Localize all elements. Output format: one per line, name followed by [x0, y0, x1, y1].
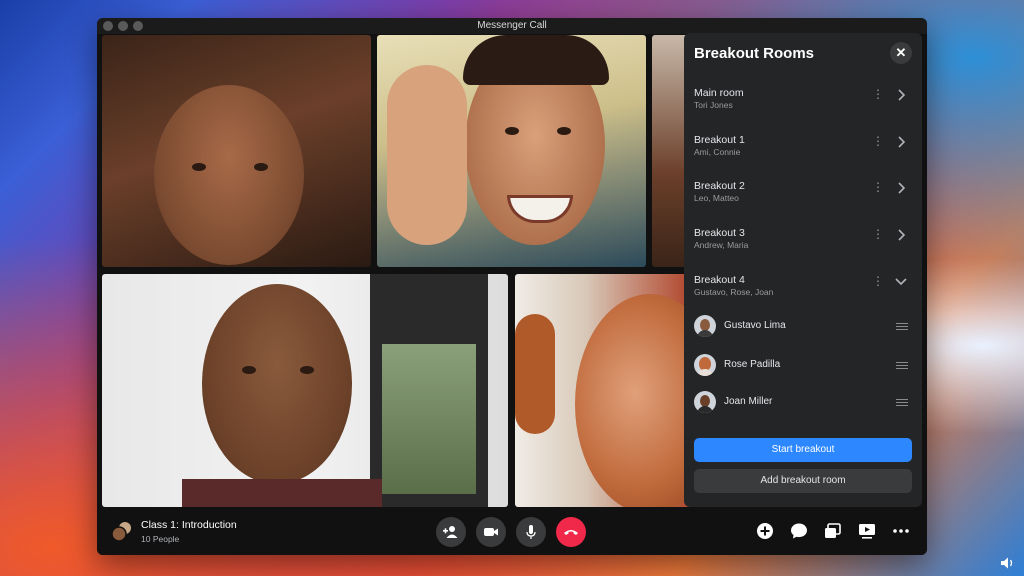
participant-face — [202, 284, 352, 484]
room-members: Leo, Matteo — [694, 193, 739, 203]
chat-bubble-icon[interactable] — [789, 521, 809, 541]
watch-together-icon[interactable] — [857, 521, 877, 541]
window-view — [382, 344, 476, 494]
drag-handle-icon[interactable] — [896, 362, 908, 369]
participant-eye — [254, 163, 268, 171]
participant-eye — [242, 366, 256, 374]
video-camera-icon — [484, 528, 498, 536]
panel-title: Breakout Rooms — [694, 45, 815, 62]
room-members: Tori Jones — [694, 100, 733, 110]
room-item-breakout-2[interactable]: Breakout 2 Leo, Matteo ⋮ — [684, 180, 922, 226]
member-name: Rose Padilla — [724, 359, 781, 370]
chevron-down-icon[interactable] — [894, 274, 908, 290]
avatar — [694, 315, 716, 337]
add-circle-icon[interactable] — [755, 521, 775, 541]
window-title: Messenger Call — [477, 20, 547, 31]
add-person-button[interactable] — [436, 517, 466, 547]
member-name: Joan Miller — [724, 396, 773, 407]
room-name: Breakout 2 — [694, 180, 745, 192]
more-options-icon[interactable]: ⋮ — [872, 135, 884, 150]
chevron-right-icon[interactable] — [894, 180, 908, 196]
end-call-icon — [564, 530, 578, 535]
participant-eye — [505, 127, 519, 135]
participant-eye — [557, 127, 571, 135]
video-tile-5[interactable] — [515, 274, 692, 507]
participant-face — [154, 85, 304, 265]
video-tile-1[interactable] — [102, 35, 371, 267]
more-options-icon[interactable]: ⋮ — [872, 275, 884, 290]
wall-decor — [515, 314, 555, 434]
avatar — [694, 391, 716, 413]
participant-face — [575, 294, 692, 507]
start-breakout-button[interactable]: Start breakout — [694, 438, 912, 462]
participant-count: 10 People — [141, 534, 180, 544]
participant-eye — [192, 163, 206, 171]
participant-hand — [387, 65, 467, 245]
call-control-bar: Class 1: Introduction 10 People — [97, 508, 927, 555]
member-name: Gustavo Lima — [724, 320, 786, 331]
microphone-icon — [526, 525, 536, 539]
more-options-icon[interactable]: ⋮ — [872, 88, 884, 103]
microphone-toggle-button[interactable] — [516, 517, 546, 547]
participant-shirt — [182, 479, 382, 507]
more-options-icon[interactable] — [891, 521, 911, 541]
room-name: Breakout 4 — [694, 274, 745, 286]
more-options-icon[interactable]: ⋮ — [872, 181, 884, 196]
room-members: Gustavo, Rose, Joan — [694, 287, 774, 297]
participant-eye — [300, 366, 314, 374]
add-breakout-room-button[interactable]: Add breakout room — [694, 469, 912, 493]
avatar — [694, 354, 716, 376]
member-item[interactable]: Joan Miller — [684, 387, 922, 421]
room-name: Main room — [694, 87, 744, 99]
chevron-right-icon[interactable] — [894, 87, 908, 103]
drag-handle-icon[interactable] — [896, 399, 908, 406]
breakout-rooms-panel: Breakout Rooms ✕ Main room Tori Jones ⋮ … — [684, 33, 922, 507]
group-avatar-icon — [111, 522, 131, 542]
add-person-icon — [443, 526, 458, 538]
video-tile-4[interactable] — [102, 274, 508, 507]
close-panel-button[interactable]: ✕ — [890, 42, 912, 64]
chevron-right-icon[interactable] — [894, 227, 908, 243]
room-name: Breakout 3 — [694, 227, 745, 239]
room-item-main[interactable]: Main room Tori Jones ⋮ — [684, 87, 922, 133]
member-item[interactable]: Rose Padilla — [684, 350, 922, 384]
screen-share-icon[interactable] — [823, 521, 843, 541]
room-item-breakout-3[interactable]: Breakout 3 Andrew, Maria ⋮ — [684, 227, 922, 273]
drag-handle-icon[interactable] — [896, 323, 908, 330]
end-call-button[interactable] — [556, 517, 586, 547]
close-icon: ✕ — [895, 45, 907, 60]
speaker-icon[interactable] — [1000, 556, 1016, 570]
video-toggle-button[interactable] — [476, 517, 506, 547]
room-members: Andrew, Maria — [694, 240, 749, 250]
video-tile-2[interactable] — [377, 35, 646, 267]
room-name: Breakout 1 — [694, 134, 745, 146]
participant-hair — [463, 35, 609, 85]
chevron-right-icon[interactable] — [894, 134, 908, 150]
room-item-breakout-1[interactable]: Breakout 1 Ami, Connie ⋮ — [684, 134, 922, 180]
member-item[interactable]: Gustavo Lima — [684, 311, 922, 345]
call-title: Class 1: Introduction — [141, 519, 237, 531]
more-options-icon[interactable]: ⋮ — [872, 228, 884, 243]
title-bar: Messenger Call — [97, 18, 927, 34]
messenger-call-window: Messenger Call Breakout Rooms ✕ Main roo… — [97, 18, 927, 555]
room-members: Ami, Connie — [694, 147, 741, 157]
